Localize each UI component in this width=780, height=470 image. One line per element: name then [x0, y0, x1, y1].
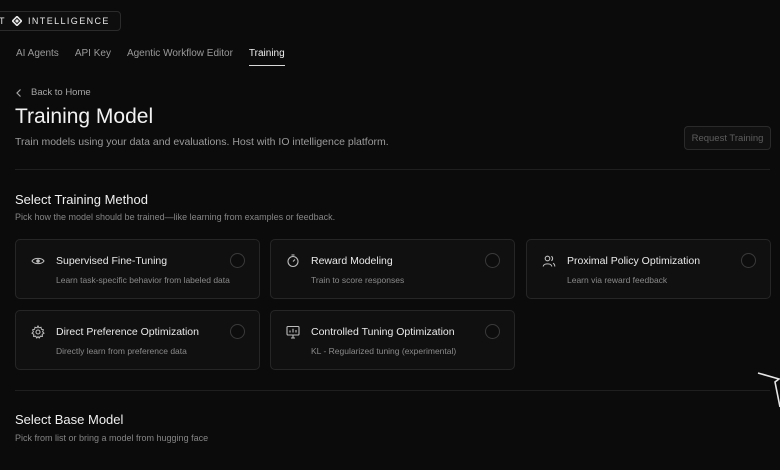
card-radio[interactable] — [485, 324, 500, 339]
method-card-direct-preference-optimization[interactable]: Direct Preference Optimization Directly … — [15, 310, 260, 370]
back-link-label: Back to Home — [31, 87, 91, 98]
card-description: Train to score responses — [311, 275, 405, 285]
training-method-title: Select Training Method — [15, 192, 148, 207]
diamond-logo-icon — [12, 16, 22, 26]
card-description: Learn via reward feedback — [567, 275, 668, 285]
method-card-supervised-fine-tuning[interactable]: Supervised Fine-Tuning Learn task-specif… — [15, 239, 260, 299]
method-card-controlled-tuning-optimization[interactable]: Controlled Tuning Optimization KL - Regu… — [270, 310, 515, 370]
tab-ai-agents[interactable]: AI Agents — [16, 48, 59, 66]
top-bar: T INTELLIGENCE — [0, 0, 780, 40]
card-title: Direct Preference Optimization — [56, 326, 199, 338]
back-to-home-link[interactable]: Back to Home — [15, 87, 91, 98]
tab-training[interactable]: Training — [248, 48, 285, 66]
eye-icon — [31, 257, 45, 265]
brand-logo[interactable]: T INTELLIGENCE — [0, 11, 121, 31]
base-model-subtitle: Pick from list or bring a model from hug… — [15, 433, 209, 443]
card-radio[interactable] — [230, 253, 245, 268]
card-description: Learn task-specific behavior from labele… — [56, 275, 230, 285]
card-title: Proximal Policy Optimization — [567, 255, 701, 267]
card-title: Supervised Fine-Tuning — [56, 255, 168, 267]
mouse-cursor-icon — [757, 372, 780, 408]
base-model-title: Select Base Model — [15, 412, 124, 427]
tab-api-key[interactable]: API Key — [75, 48, 111, 66]
card-radio[interactable] — [741, 253, 756, 268]
users-icon — [542, 255, 556, 267]
gear-icon — [31, 325, 45, 339]
brand-text-left: T — [0, 16, 6, 26]
brand-text-right: INTELLIGENCE — [28, 16, 110, 26]
card-radio[interactable] — [485, 253, 500, 268]
card-radio[interactable] — [230, 324, 245, 339]
card-description: KL - Regularized tuning (experimental) — [311, 346, 457, 356]
method-card-proximal-policy-optimization[interactable]: Proximal Policy Optimization Learn via r… — [526, 239, 771, 299]
section-divider — [15, 390, 770, 391]
chart-icon — [286, 325, 300, 339]
card-title: Reward Modeling — [311, 255, 393, 267]
training-method-subtitle: Pick how the model should be trained—lik… — [15, 212, 336, 222]
chevron-left-icon — [16, 88, 21, 97]
main-nav: AI Agents API Key Agentic Workflow Edito… — [16, 48, 285, 66]
page-title: Training Model — [15, 105, 154, 128]
tab-agentic-workflow-editor[interactable]: Agentic Workflow Editor — [127, 48, 233, 66]
method-card-reward-modeling[interactable]: Reward Modeling Train to score responses — [270, 239, 515, 299]
card-title: Controlled Tuning Optimization — [311, 326, 455, 338]
section-divider — [15, 169, 770, 170]
page-subtitle: Train models using your data and evaluat… — [15, 136, 389, 148]
card-description: Directly learn from preference data — [56, 346, 187, 356]
timer-icon — [287, 254, 299, 268]
request-training-button[interactable]: Request Training — [684, 126, 771, 150]
